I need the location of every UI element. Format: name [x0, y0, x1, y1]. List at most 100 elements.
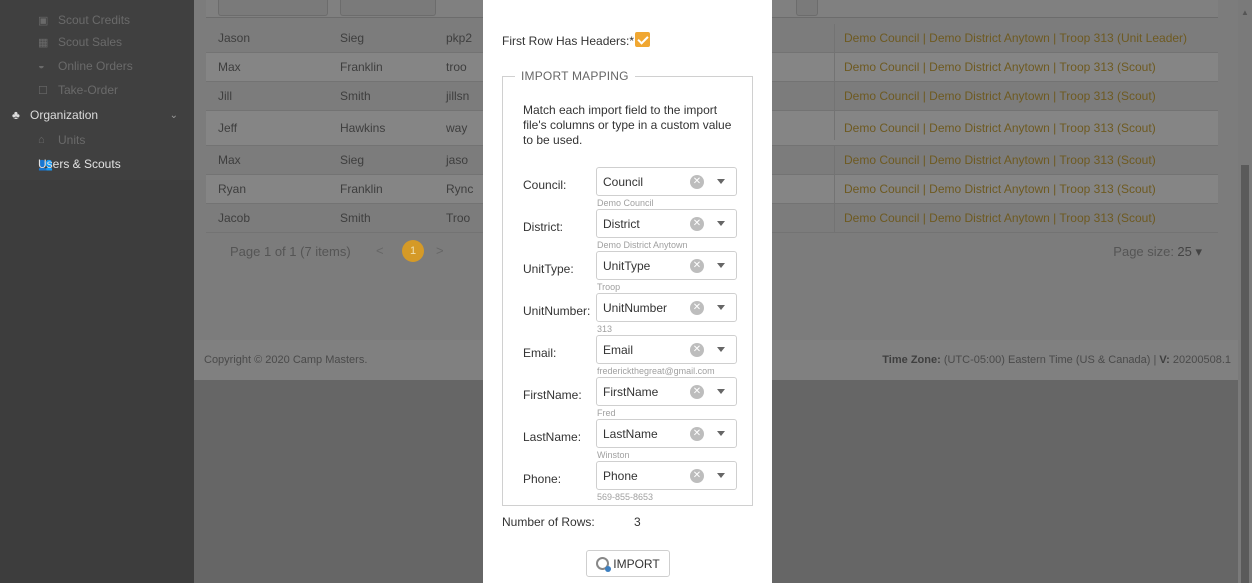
email-select[interactable]: Email ✕: [596, 335, 737, 364]
pager-prev-button[interactable]: <: [376, 243, 384, 258]
cell-username: Troo: [446, 211, 471, 225]
copyright: Copyright © 2020 Camp Masters.: [204, 354, 368, 366]
first-row-headers-checkbox[interactable]: [635, 32, 650, 47]
timezone-value: (UTC-05:00) Eastern Time (US & Canada) |: [940, 354, 1160, 366]
cell-first-name: Jill: [218, 89, 232, 103]
chevron-down-icon[interactable]: [717, 221, 725, 226]
preview-value: Demo District Anytown: [597, 240, 688, 250]
chevron-down-icon[interactable]: [717, 179, 725, 184]
column-divider: [834, 111, 835, 140]
sidebar-item-take-order[interactable]: ☐ Take-Order: [0, 78, 194, 102]
sidebar-item-users-scouts[interactable]: 👥 Users & Scouts: [0, 152, 194, 176]
version-label: V:: [1159, 354, 1170, 366]
pager-page-button[interactable]: 1: [402, 240, 424, 262]
field-label: Phone:: [523, 472, 562, 486]
sidebar-item-organization[interactable]: ♣ Organization ⌄: [0, 103, 194, 127]
first-row-headers-label: First Row Has Headers:*: [502, 34, 635, 48]
cell-username: Rync: [446, 182, 474, 196]
field-label: UnitNumber:: [523, 304, 591, 318]
filter-first-name[interactable]: [218, 0, 328, 16]
page-size-select[interactable]: 25 ▾: [1177, 244, 1202, 260]
sidebar-item-label: Users & Scouts: [38, 157, 121, 171]
page-scrollbar[interactable]: ▲: [1238, 0, 1252, 583]
sidebar-item-label: Take-Order: [58, 83, 119, 97]
timezone-label: Time Zone:: [882, 354, 941, 366]
column-divider: [834, 204, 835, 233]
clear-icon[interactable]: ✕: [690, 217, 704, 231]
sidebar-item-scout-credits[interactable]: ▣ Scout Credits: [0, 8, 194, 32]
filter-last-name[interactable]: [340, 0, 436, 16]
import-mapping-group: IMPORT MAPPING Match each import field t…: [502, 69, 753, 506]
unittype-select[interactable]: UnitType ✕: [596, 251, 737, 280]
sitemap-icon: ♣: [12, 108, 20, 122]
sidebar-item-scout-sales[interactable]: ▦ Scout Sales: [0, 30, 194, 54]
clear-icon[interactable]: ✕: [690, 427, 704, 441]
import-button-label: IMPORT: [613, 556, 660, 571]
column-divider: [834, 175, 835, 204]
cell-username: jillsn: [446, 89, 470, 103]
chevron-down-icon[interactable]: [717, 305, 725, 310]
sidebar-item-online-orders[interactable]: ◒ Online Orders: [0, 54, 194, 78]
preview-value: 569-855-8653: [597, 492, 654, 502]
cell-first-name: Jacob: [218, 211, 251, 225]
unitnumber-select[interactable]: UnitNumber ✕: [596, 293, 737, 322]
chevron-down-icon[interactable]: [717, 389, 725, 394]
field-label: District:: [523, 220, 563, 234]
chevron-down-icon[interactable]: [717, 473, 725, 478]
select-value: District: [603, 217, 640, 231]
import-button[interactable]: IMPORT: [586, 550, 670, 577]
cell-first-name: Jeff: [218, 121, 238, 135]
select-value: UnitType: [603, 259, 651, 273]
import-mapping-description: Match each import field to the import fi…: [523, 103, 732, 147]
cell-username: troo: [446, 60, 467, 74]
select-value: Council: [603, 175, 644, 189]
select-value: UnitNumber: [603, 301, 668, 315]
cell-first-name: Jason: [218, 31, 251, 45]
clear-icon[interactable]: ✕: [690, 385, 704, 399]
sidebar: ▣ Scout Credits ▦ Scout Sales ◒ Online O…: [0, 0, 194, 583]
clear-icon[interactable]: ✕: [690, 259, 704, 273]
mapping-row-firstname: FirstName: FirstName ✕ Fred: [503, 377, 754, 419]
chevron-down-icon[interactable]: [717, 263, 725, 268]
sidebar-item-units[interactable]: ⌂ Units: [0, 128, 194, 152]
cell-organization: Demo Council | Demo District Anytown | T…: [844, 31, 1188, 45]
timezone-info: Time Zone: (UTC-05:00) Eastern Time (US …: [882, 354, 1231, 366]
cell-first-name: Max: [218, 153, 241, 167]
council-select[interactable]: Council ✕: [596, 167, 737, 196]
column-divider: [834, 82, 835, 111]
version-value: 20200508.1: [1169, 354, 1231, 366]
pager-next-button[interactable]: >: [436, 243, 444, 258]
clear-icon[interactable]: ✕: [690, 469, 704, 483]
chevron-down-icon[interactable]: [717, 431, 725, 436]
cell-organization: Demo Council | Demo District Anytown | T…: [844, 153, 1156, 167]
firstname-select[interactable]: FirstName ✕: [596, 377, 737, 406]
mapping-row-district: District: District ✕ Demo District Anyto…: [503, 209, 754, 251]
clear-icon[interactable]: ✕: [690, 301, 704, 315]
lastname-select[interactable]: LastName ✕: [596, 419, 737, 448]
column-divider: [834, 53, 835, 82]
cell-first-name: Max: [218, 60, 241, 74]
phone-select[interactable]: Phone ✕: [596, 461, 737, 490]
chevron-down-icon[interactable]: [717, 347, 725, 352]
mapping-row-council: Council: Council ✕ Demo Council: [503, 167, 754, 209]
select-value: Phone: [603, 469, 638, 483]
district-select[interactable]: District ✕: [596, 209, 737, 238]
field-label: UnitType:: [523, 262, 574, 276]
select-value: FirstName: [603, 385, 659, 399]
scrollbar-thumb[interactable]: [1241, 165, 1249, 583]
cell-organization: Demo Council | Demo District Anytown | T…: [844, 89, 1156, 103]
filter-username[interactable]: [796, 0, 818, 16]
preview-value: 313: [597, 324, 613, 334]
field-label: LastName:: [523, 430, 582, 444]
clear-icon[interactable]: ✕: [690, 175, 704, 189]
cell-organization: Demo Council | Demo District Anytown | T…: [844, 121, 1156, 135]
pager-summary: Page 1 of 1 (7 items): [230, 244, 351, 259]
scroll-up-icon[interactable]: ▲: [1241, 8, 1249, 17]
import-mapping-legend: IMPORT MAPPING: [521, 69, 629, 83]
mapping-row-unittype: UnitType: UnitType ✕ Troop: [503, 251, 754, 293]
cell-last-name: Smith: [340, 89, 371, 103]
cell-last-name: Sieg: [340, 31, 365, 45]
gears-icon: [596, 557, 612, 572]
field-label: Email:: [523, 346, 557, 360]
clear-icon[interactable]: ✕: [690, 343, 704, 357]
